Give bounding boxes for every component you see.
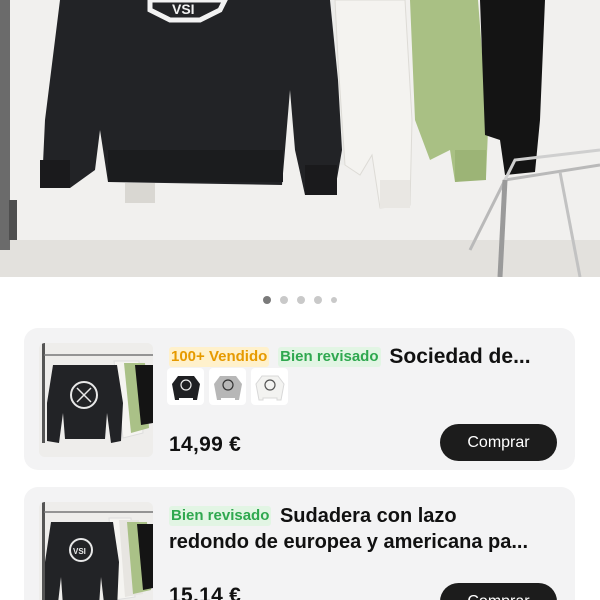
variant-white[interactable]: [251, 368, 288, 405]
variant-black[interactable]: [167, 368, 204, 405]
black-sweatshirt-icon: [171, 375, 200, 400]
product-card[interactable]: VSI Bien revisado Sudadera con lazo redo…: [24, 487, 575, 600]
pagination-dot[interactable]: [331, 297, 337, 303]
product-title[interactable]: Sociedad de...: [389, 345, 530, 368]
well-reviewed-badge: Bien revisado: [169, 506, 272, 526]
pagination-dot[interactable]: [297, 296, 305, 304]
product-card[interactable]: 100+ Vendido Bien revisado Sociedad de..…: [24, 328, 575, 470]
variant-options: [167, 368, 288, 405]
svg-text:VSI: VSI: [172, 1, 195, 17]
pagination-dot[interactable]: [263, 296, 271, 304]
pagination-dot[interactable]: [314, 296, 322, 304]
svg-text:VSI: VSI: [73, 547, 86, 556]
hero-photo: VSI: [0, 0, 600, 277]
product-thumbnail-image: VSI: [39, 502, 153, 600]
product-hero-image[interactable]: VSI: [0, 0, 600, 277]
product-title-row: 100+ Vendido Bien revisado Sociedad de..…: [169, 344, 557, 370]
product-title-line2[interactable]: redondo de europea y americana pa...: [169, 529, 557, 555]
product-thumbnail[interactable]: VSI: [39, 502, 153, 600]
pagination-dot[interactable]: [280, 296, 288, 304]
sold-count-badge: 100+ Vendido: [169, 347, 270, 367]
variant-grey[interactable]: [209, 368, 246, 405]
grey-sweatshirt-icon: [213, 375, 242, 400]
well-reviewed-badge: Bien revisado: [278, 347, 381, 367]
buy-button[interactable]: Comprar: [440, 583, 557, 600]
buy-button[interactable]: Comprar: [440, 424, 557, 461]
product-title[interactable]: Sudadera con lazo: [280, 505, 457, 527]
product-title-row: Bien revisado Sudadera con lazo redondo …: [169, 503, 557, 555]
white-sweatshirt-icon: [254, 375, 285, 400]
product-price: 14,99 €: [169, 433, 242, 456]
image-pagination: [0, 296, 600, 304]
product-price: 15,14 €: [169, 584, 242, 600]
product-thumbnail[interactable]: [39, 343, 153, 457]
product-thumbnail-image: [39, 343, 153, 457]
